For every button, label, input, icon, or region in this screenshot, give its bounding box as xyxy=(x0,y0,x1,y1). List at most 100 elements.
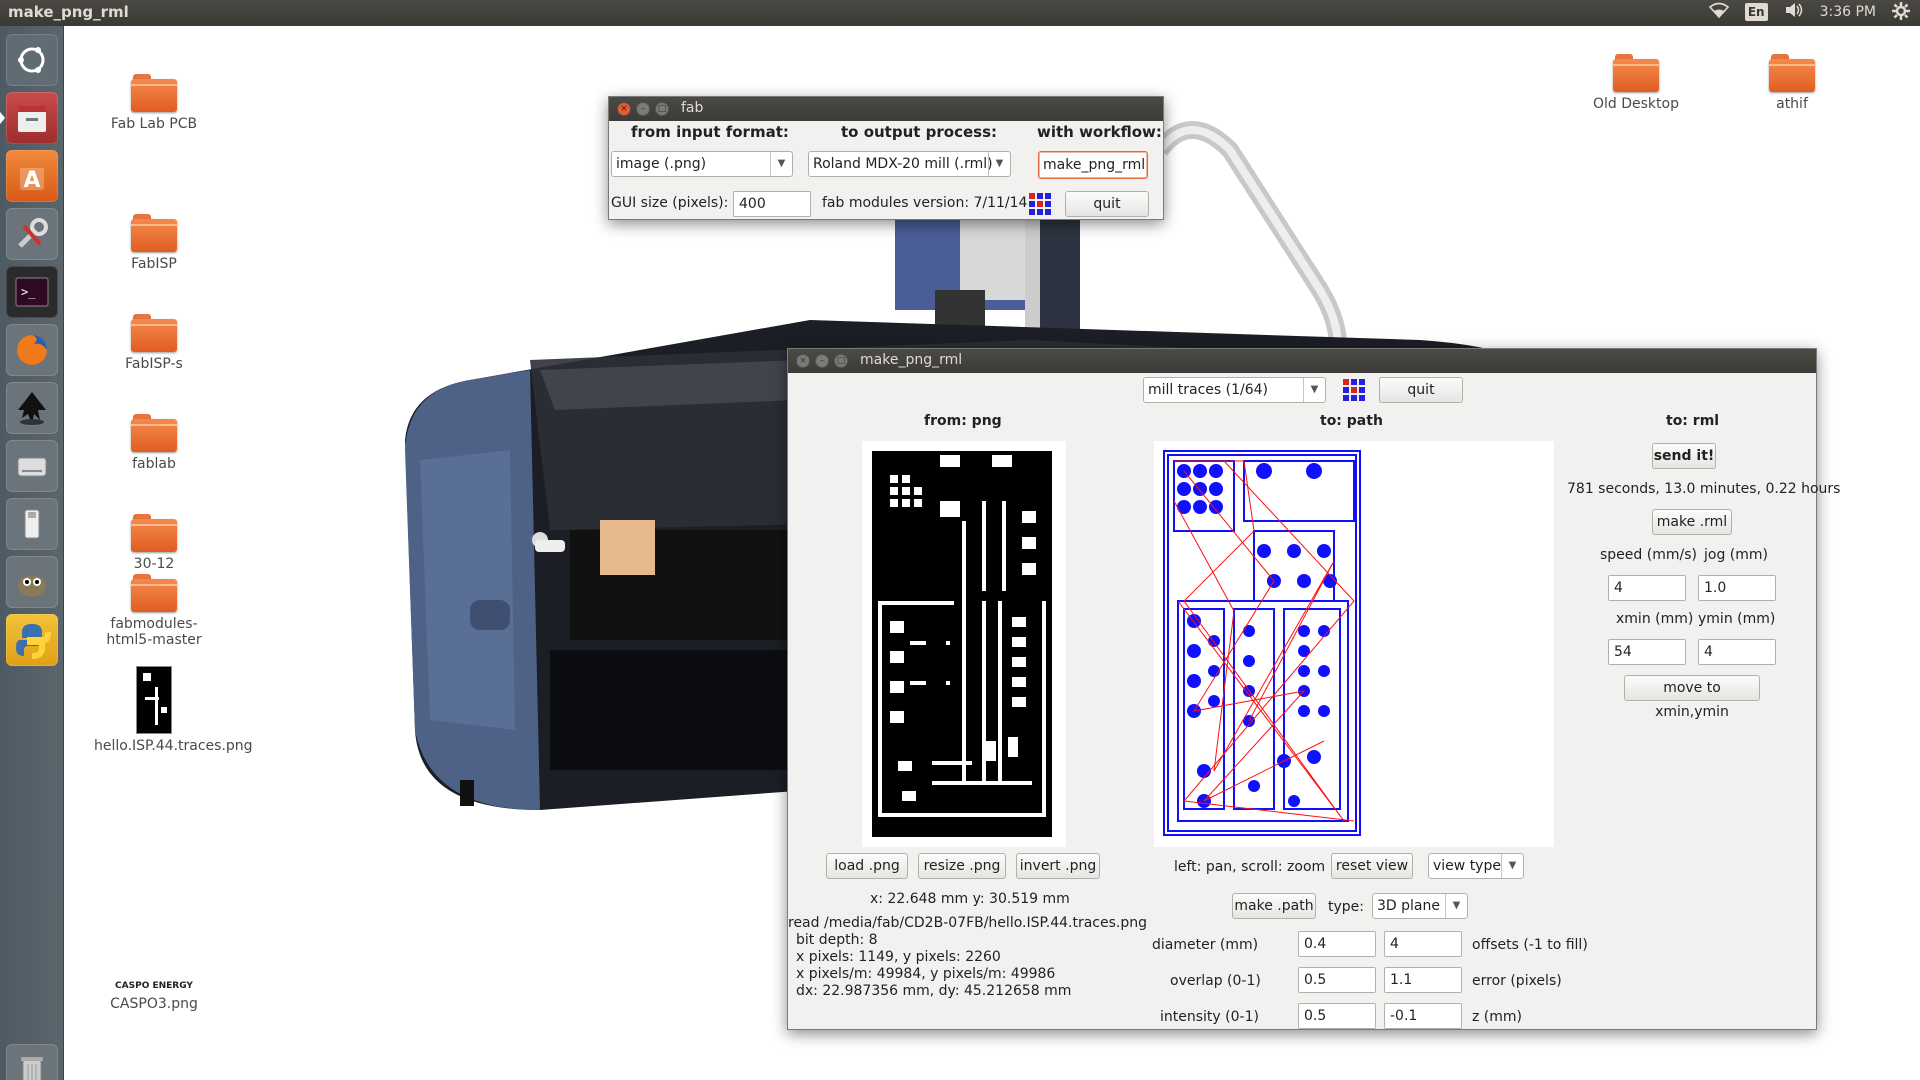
offsets-label: offsets (-1 to fill) xyxy=(1472,937,1588,953)
output-process-label: to output process: xyxy=(841,123,998,141)
desktop-folder-fabmodules[interactable]: fabmodules-html5-master xyxy=(84,574,224,648)
z-input[interactable]: -0.1 xyxy=(1384,1003,1462,1029)
folder-icon xyxy=(131,74,177,112)
jog-input[interactable]: 1.0 xyxy=(1698,575,1776,601)
inkscape-icon[interactable] xyxy=(6,382,58,434)
desktop-folder-old-desktop[interactable]: Old Desktop xyxy=(1566,54,1706,112)
intensity-input[interactable]: 0.5 xyxy=(1298,1003,1376,1029)
path-type-value: 3D plane xyxy=(1377,898,1440,914)
usb-drive-icon[interactable] xyxy=(6,498,58,550)
png-preview-image[interactable] xyxy=(862,441,1066,847)
chevron-down-icon: ▼ xyxy=(1501,854,1523,878)
desktop-folder-fabisp[interactable]: FabISP xyxy=(84,214,224,272)
png-file-info: read /media/fab/CD2B-07FB/hello.ISP.44.t… xyxy=(788,915,1148,1000)
folder-icon xyxy=(131,314,177,352)
xmin-input[interactable]: 54 xyxy=(1608,639,1686,665)
ymin-input[interactable]: 4 xyxy=(1698,639,1776,665)
invert-png-button[interactable]: invert .png xyxy=(1016,853,1100,879)
keyboard-language-indicator[interactable]: En xyxy=(1744,3,1768,21)
make-rml-button[interactable]: make .rml xyxy=(1652,509,1732,535)
drive-icon[interactable] xyxy=(6,440,58,492)
top-panel: make_png_rml En 3:36 PM xyxy=(0,0,1920,26)
software-center-icon[interactable]: A xyxy=(6,150,58,202)
pixel-density-text: x pixels/m: 49984, y pixels/m: 49986 xyxy=(796,966,1056,982)
speed-input[interactable]: 4 xyxy=(1608,575,1686,601)
desktop-file-caspo3[interactable]: CASPO ENERGY CASPO3.png xyxy=(84,980,224,1012)
resize-png-button[interactable]: resize .png xyxy=(918,853,1006,879)
system-settings-icon[interactable] xyxy=(6,208,58,260)
desktop-folder-fab-lab-pcb[interactable]: Fab Lab PCB xyxy=(84,74,224,132)
folder-icon xyxy=(131,574,177,612)
fab-modules-logo-icon xyxy=(1343,379,1365,401)
chevron-down-icon: ▼ xyxy=(770,152,792,176)
error-label: error (pixels) xyxy=(1472,973,1562,989)
input-format-select[interactable]: image (.png) ▼ xyxy=(611,151,793,177)
file-path-text: read /media/fab/CD2B-07FB/hello.ISP.44.t… xyxy=(788,915,1147,931)
volume-icon[interactable] xyxy=(1784,2,1804,22)
file-manager-icon[interactable] xyxy=(0,92,58,144)
desktop-folder-fablab[interactable]: fablab xyxy=(84,414,224,472)
gimp-icon[interactable] xyxy=(6,556,58,608)
path-type-select[interactable]: 3D plane ▼ xyxy=(1372,893,1468,919)
maximize-icon[interactable]: □ xyxy=(834,354,848,368)
desktop-folder-athif[interactable]: athif xyxy=(1722,54,1862,112)
from-format-label: from input format: xyxy=(631,123,789,141)
type-label: type: xyxy=(1328,899,1364,915)
folder-icon xyxy=(1769,54,1815,92)
folder-icon xyxy=(1613,54,1659,92)
system-tray: En 3:36 PM xyxy=(1708,2,1910,22)
fab-modules-logo-icon xyxy=(1029,193,1051,215)
desktop-folder-30-12[interactable]: 30-12 xyxy=(84,514,224,572)
path-preview-canvas[interactable] xyxy=(1154,441,1554,847)
xmin-label: xmin (mm) xyxy=(1616,611,1694,627)
firefox-icon[interactable] xyxy=(6,324,58,376)
chevron-down-icon: ▼ xyxy=(1445,894,1467,918)
close-icon[interactable]: × xyxy=(796,354,810,368)
make-png-rml-window: × – □ make_png_rml mill traces (1/64) ▼ … xyxy=(787,348,1840,1030)
pcb-traces-image xyxy=(872,451,1052,837)
diameter-input[interactable]: 0.4 xyxy=(1298,931,1376,957)
gear-icon[interactable] xyxy=(1892,2,1910,22)
view-type-select[interactable]: view type ▼ xyxy=(1428,853,1524,879)
rml-quit-button[interactable]: quit xyxy=(1379,377,1463,403)
chevron-down-icon: ▼ xyxy=(1303,378,1325,402)
offsets-input[interactable]: 4 xyxy=(1384,931,1462,957)
fab-quit-button[interactable]: quit xyxy=(1065,191,1149,217)
desktop-file-hello-isp[interactable]: hello.ISP.44.traces.png xyxy=(84,666,253,754)
workflow-select[interactable]: make_png_rml xyxy=(1038,151,1148,179)
rml-window-titlebar[interactable]: × – □ make_png_rml xyxy=(788,349,1816,373)
desktop-folder-fabisp-s[interactable]: FabISP-s xyxy=(84,314,224,372)
load-png-button[interactable]: load .png xyxy=(826,853,908,879)
job-time-text: 781 seconds, 13.0 minutes, 0.22 hours xyxy=(1567,481,1841,497)
gui-size-label: GUI size (pixels): xyxy=(611,195,729,211)
move-to-xmin-ymin-button[interactable]: move to xmin,ymin xyxy=(1624,675,1760,720)
maximize-icon[interactable]: □ xyxy=(655,102,669,116)
svg-text:>_: >_ xyxy=(21,285,36,299)
wifi-icon[interactable] xyxy=(1708,2,1729,22)
process-mode-select[interactable]: mill traces (1/64) ▼ xyxy=(1143,377,1326,403)
active-window-title: make_png_rml xyxy=(8,3,129,21)
folder-icon xyxy=(131,214,177,252)
trash-icon[interactable] xyxy=(6,1044,58,1080)
send-it-button[interactable]: send it! xyxy=(1652,443,1716,469)
minimize-icon[interactable]: – xyxy=(815,354,829,368)
from-png-heading: from: png xyxy=(924,413,1002,429)
version-text: fab modules version: 7/11/14 xyxy=(822,195,1028,211)
overlap-label: overlap (0-1) xyxy=(1170,973,1261,989)
error-input[interactable]: 1.1 xyxy=(1384,967,1462,993)
fab-window-titlebar[interactable]: × – □ fab xyxy=(609,97,1163,121)
overlap-input[interactable]: 0.5 xyxy=(1298,967,1376,993)
reset-view-button[interactable]: reset view xyxy=(1331,853,1413,879)
output-process-select[interactable]: Roland MDX-20 mill (.rml) ▼ xyxy=(808,151,1011,177)
terminal-icon[interactable]: >_ xyxy=(6,266,58,318)
gui-size-input[interactable]: 400 xyxy=(733,191,811,217)
folder-icon xyxy=(131,414,177,452)
view-type-value: view type xyxy=(1433,858,1501,874)
close-icon[interactable]: × xyxy=(617,102,631,116)
dash-home-icon[interactable] xyxy=(6,34,58,86)
python-icon[interactable] xyxy=(6,614,58,666)
clock[interactable]: 3:36 PM xyxy=(1820,2,1876,22)
minimize-icon[interactable]: – xyxy=(636,102,650,116)
make-path-button[interactable]: make .path xyxy=(1232,893,1316,919)
to-path-heading: to: path xyxy=(1320,413,1383,429)
